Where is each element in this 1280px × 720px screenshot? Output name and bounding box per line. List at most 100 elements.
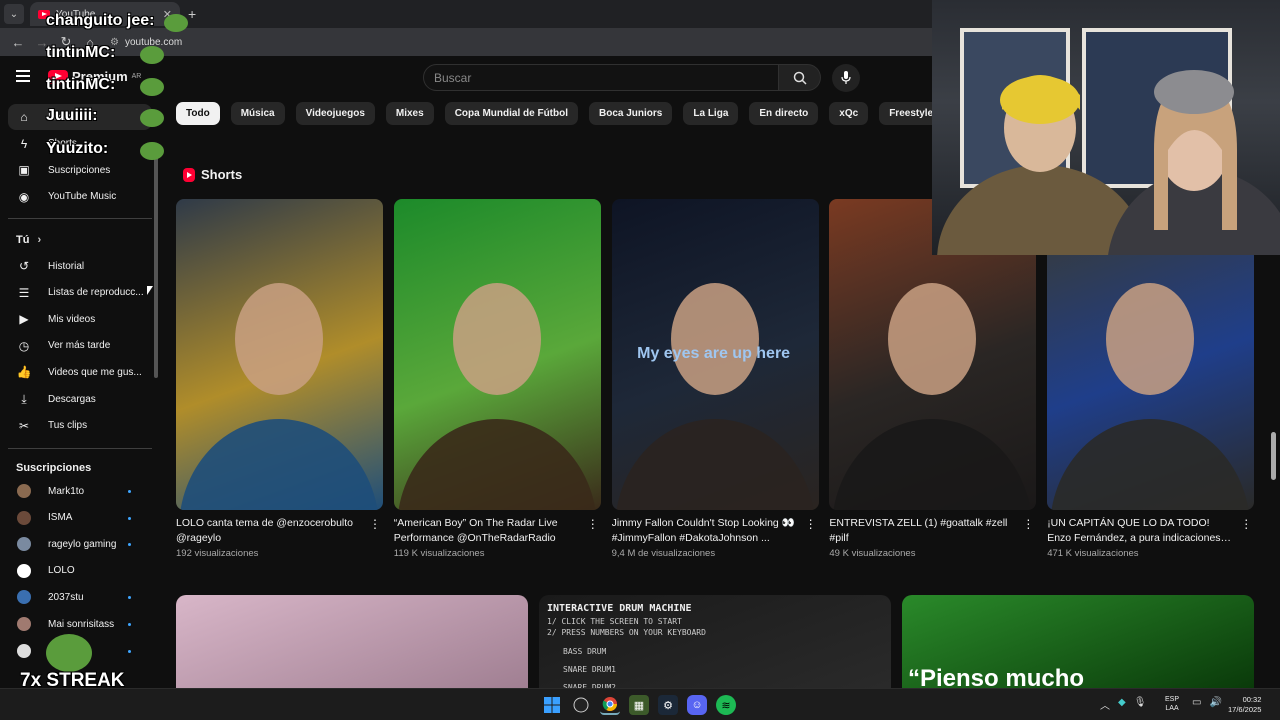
subscription-item[interactable]: Mark1to (0, 478, 150, 504)
chat-username: changuito jee: (46, 12, 155, 29)
sidebar-item[interactable]: ↺ Historial (0, 253, 150, 279)
windows-start-icon[interactable] (542, 695, 562, 715)
short-views: 192 visualizaciones (176, 548, 259, 559)
search-bar (423, 64, 821, 91)
more-options-icon[interactable]: ⋮ (1022, 517, 1034, 533)
short-thumbnail[interactable] (393, 199, 601, 510)
music-icon: ◉ (18, 189, 30, 204)
avatar (17, 484, 31, 498)
spotify-icon[interactable]: ≋ (716, 695, 736, 715)
playlist-icon: ☰ (18, 285, 30, 300)
chip[interactable]: Música (230, 102, 285, 125)
sidebar-scrollbar[interactable] (154, 154, 158, 378)
drum-pad-label: BASS DRUM (563, 647, 607, 656)
chip[interactable]: La Liga (683, 102, 739, 125)
logo-region: AR (131, 73, 142, 80)
subscription-item[interactable]: Mai sonrisitass (0, 611, 150, 637)
short-title[interactable]: Jimmy Fallon Couldn't Stop Looking 👀 #Ji… (612, 516, 798, 546)
chat-emote-icon (140, 78, 164, 96)
display-icon[interactable]: ▭ (1192, 697, 1201, 708)
subscription-item[interactable]: rageylo gaming (0, 531, 150, 557)
chat-emote-icon (140, 142, 164, 160)
chip[interactable]: Todo (176, 102, 220, 125)
chip[interactable]: Mixes (385, 102, 434, 125)
short-card[interactable]: “American Boy” On The Radar Live Perform… (393, 199, 601, 559)
sidebar-item[interactable]: ⤓ Descargas (0, 386, 150, 412)
game-app-icon[interactable]: ▦ (629, 695, 649, 715)
chip[interactable]: Freestyle rap (879, 102, 932, 125)
discord-icon[interactable]: ☺ (687, 695, 707, 715)
short-thumbnail-figure (180, 283, 378, 510)
sidebar-item-label: Videos que me gus... (48, 366, 142, 378)
more-options-icon[interactable]: ⋮ (1240, 517, 1252, 533)
short-title[interactable]: LOLO canta tema de @enzocerobulto @ragey… (176, 516, 362, 546)
my-videos-icon: ▶ (19, 312, 29, 327)
sidebar-divider (8, 218, 152, 219)
short-card[interactable]: LOLO canta tema de @enzocerobulto @ragey… (176, 199, 383, 559)
more-options-icon[interactable]: ⋮ (587, 517, 599, 533)
subscription-item[interactable]: LOLO (0, 558, 150, 584)
taskbar-clock[interactable]: 00:32 17/6/2025 (1228, 695, 1261, 715)
sidebar-item-label: Suscripciones (48, 164, 111, 176)
channel-avatar (16, 616, 32, 632)
more-options-icon[interactable]: ⋮ (369, 517, 381, 533)
tray-app-icon[interactable]: ◆ (1118, 697, 1126, 712)
tab-search-icon[interactable]: ⌄ (4, 4, 24, 24)
filter-chips-bar: Todo Música Videojuegos Mixes Copa Mundial d… (176, 102, 932, 126)
sidebar-item[interactable]: 👍 Videos que me gus... (0, 359, 150, 385)
back-icon[interactable]: ← (8, 35, 28, 50)
volume-icon[interactable]: 🔊 (1209, 697, 1221, 708)
menu-icon[interactable] (16, 70, 30, 82)
channel-name: rageylo gaming (48, 538, 117, 550)
chrome-icon[interactable] (600, 695, 620, 715)
search-input[interactable] (423, 64, 780, 91)
short-views: 49 K visualizaciones (829, 548, 916, 559)
obs-icon[interactable] (571, 695, 591, 715)
search-button[interactable] (779, 64, 821, 91)
avatar (17, 590, 31, 605)
channel-avatar (16, 589, 32, 605)
sidebar-item[interactable]: ◉ YouTube Music (0, 184, 150, 210)
language-indicator[interactable]: ESP LAA (1165, 695, 1179, 713)
channel-name: 2037stu (48, 591, 84, 603)
chip[interactable]: xQc (829, 102, 869, 125)
search-icon (793, 71, 807, 85)
short-title[interactable]: ¡UN CAPITÁN QUE LO DA TODO! Enzo Fernánd… (1047, 516, 1233, 546)
steam-icon[interactable]: ⚙ (658, 695, 678, 715)
like-icon: 👍 (16, 365, 32, 380)
video-thumbnail[interactable] (176, 595, 528, 688)
sidebar-item[interactable]: ▣ Suscripciones (0, 157, 150, 183)
channel-name: Mark1to (48, 485, 85, 497)
chip[interactable]: Copa Mundial de Fútbol (444, 102, 579, 125)
more-options-icon[interactable]: ⋮ (805, 517, 817, 533)
subscription-item[interactable]: 2037stu (0, 584, 150, 610)
video-thumbnail[interactable]: “Pienso mucho (902, 595, 1254, 688)
tray-mic-icon[interactable]: 🎙 (1134, 697, 1147, 712)
short-card[interactable]: Jimmy Fallon Couldn't Stop Looking 👀 #Ji… (611, 199, 819, 559)
you-section-header[interactable]: Tú › (16, 234, 41, 246)
tray-expand-icon[interactable]: ︿ (1100, 697, 1110, 712)
chat-emote-icon (164, 14, 188, 32)
sidebar-item-label: Mis videos (48, 313, 96, 325)
mouse-cursor (147, 286, 153, 295)
clock-time: 00:32 (1242, 695, 1262, 704)
sidebar-item[interactable]: ◷ Ver más tarde (0, 333, 150, 359)
subscription-item[interactable]: ISMA (0, 505, 150, 531)
chip[interactable]: Boca Juniors (589, 102, 673, 125)
chip[interactable]: Videojuegos (295, 102, 375, 125)
page-scrollbar[interactable] (1271, 432, 1276, 480)
chip[interactable]: En directo (749, 102, 819, 125)
taskbar-apps: ▦ ⚙ ☺ ≋ (542, 695, 736, 715)
sidebar-item[interactable]: ☰ Listas de reproducc... (0, 280, 150, 306)
sidebar-item[interactable]: ✂ Tus clips (0, 413, 150, 439)
voice-search-button[interactable] (832, 64, 860, 92)
sidebar-item[interactable]: ▶ Mis videos (0, 306, 150, 332)
short-title[interactable]: “American Boy” On The Radar Live Perform… (394, 516, 580, 546)
video-thumbnail[interactable]: INTERACTIVE DRUM MACHINE 1/ CLICK THE SCR… (539, 595, 891, 688)
short-title[interactable]: ENTREVISTA ZELL (1) #goattalk #zell #pil… (829, 516, 1015, 546)
drum-pad-label: SNARE DRUM1 (563, 665, 616, 674)
short-thumbnail-figure (398, 283, 596, 510)
short-thumbnail[interactable] (176, 199, 383, 510)
new-tab-icon[interactable]: + (188, 6, 196, 22)
pepe-emote-icon (46, 634, 92, 672)
